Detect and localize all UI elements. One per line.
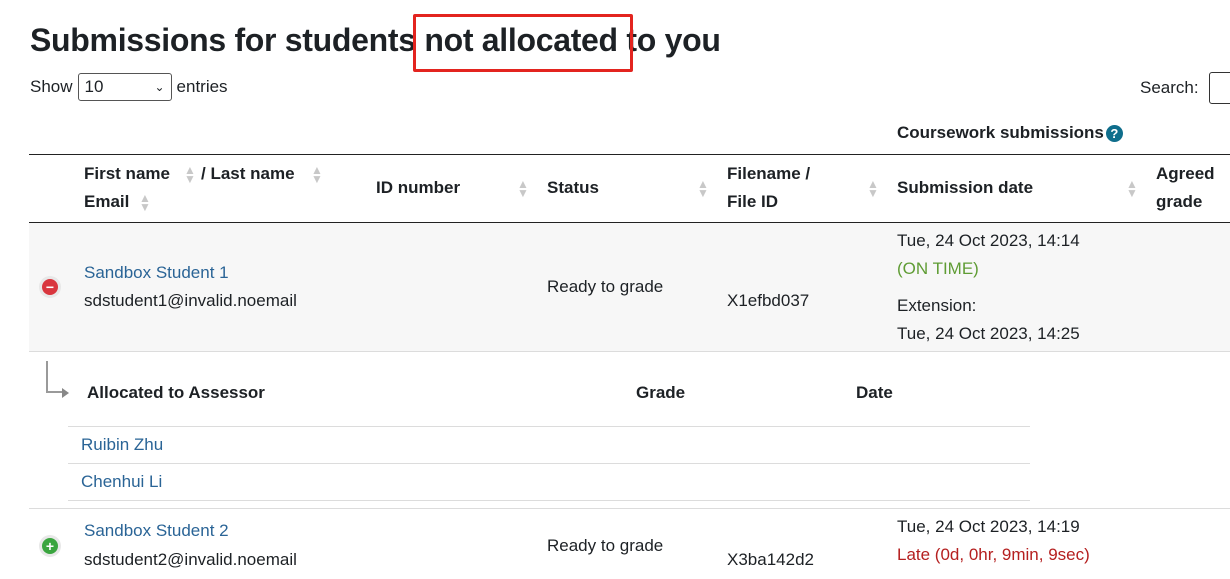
allocation-grade-header: Grade [636,383,686,402]
expand-row-button[interactable]: + [39,535,61,557]
search-input[interactable] [1208,72,1230,104]
group-header-label: Coursework submissions [897,123,1104,142]
entries-select[interactable]: 10 ⌄ [77,73,172,101]
student-name-link[interactable]: Sandbox Student 1 [84,259,229,287]
search-label: Search: [1140,78,1199,97]
submission-date: Tue, 24 Oct 2023, 14:14 [897,231,1080,250]
column-header-grade: grade [1156,192,1203,211]
allocation-divider [68,500,1030,501]
sort-email-icon[interactable]: ▲ ▼ [139,192,151,213]
submission-status: Ready to grade [547,536,664,555]
submission-date: Tue, 24 Oct 2023, 14:19 [897,517,1080,536]
assessor-link[interactable]: Chenhui Li [81,468,162,496]
file-id: X3ba142d2 [727,550,814,569]
coursework-submissions-group-header: Coursework submissions ? [897,123,1123,143]
collapse-row-button[interactable]: − [39,276,61,298]
plus-circle-icon: + [42,538,58,554]
allocation-date-header: Date [856,383,893,402]
show-label: Show [30,77,73,96]
search-control: Search: [1140,72,1230,104]
allocated-assessor-header: Allocated to Assessor [87,383,265,402]
sort-last-name-icon[interactable]: ▲ ▼ [311,164,323,185]
table-header-top-border [29,154,1230,155]
column-header-first-name[interactable]: First name [84,160,170,188]
column-header-file-id[interactable]: File ID [727,188,778,216]
column-header-agreed: Agreed [1156,164,1215,183]
student-email: sdstudent2@invalid.noemail [84,550,297,569]
allocation-divider [68,463,1030,464]
sort-status-icon[interactable]: ▲ ▼ [697,178,709,199]
sort-submission-date-icon[interactable]: ▲ ▼ [1126,178,1138,199]
file-id: X1efbd037 [727,291,810,310]
column-header-email[interactable]: Email [84,188,129,216]
arrow-right-icon [62,388,69,398]
minus-circle-icon: − [42,279,58,295]
page-title: Submissions for students not allocated t… [30,22,721,58]
column-header-status[interactable]: Status [547,174,599,202]
column-header-id-number[interactable]: ID number [376,174,460,202]
sort-id-number-icon[interactable]: ▲ ▼ [517,178,529,199]
entries-select-value: 10 [84,77,104,96]
on-time-status: (ON TIME) [897,259,979,278]
entries-label: entries [176,77,228,96]
student-email: sdstudent1@invalid.noemail [84,291,297,310]
sort-filename-icon[interactable]: ▲ ▼ [867,178,879,199]
student-name-link[interactable]: Sandbox Student 2 [84,517,229,545]
row-divider [29,508,1230,509]
late-status: Late (0d, 0hr, 9min, 9sec) [897,545,1090,564]
allocation-divider [68,426,1030,427]
column-header-submission-date[interactable]: Submission date [897,174,1033,202]
extension-date: Tue, 24 Oct 2023, 14:25 [897,324,1080,343]
extension-label: Extension: [897,296,977,315]
sort-first-name-icon[interactable]: ▲ ▼ [184,164,196,185]
column-header-filename[interactable]: Filename / [727,160,810,188]
help-icon[interactable]: ? [1105,124,1123,142]
chevron-down-icon: ⌄ [154,80,165,94]
column-header-last-name[interactable]: / Last name [201,160,295,188]
assessor-link[interactable]: Ruibin Zhu [81,431,163,459]
entries-length-control: Show 10 ⌄ entries [30,73,228,101]
submission-status: Ready to grade [547,277,664,296]
